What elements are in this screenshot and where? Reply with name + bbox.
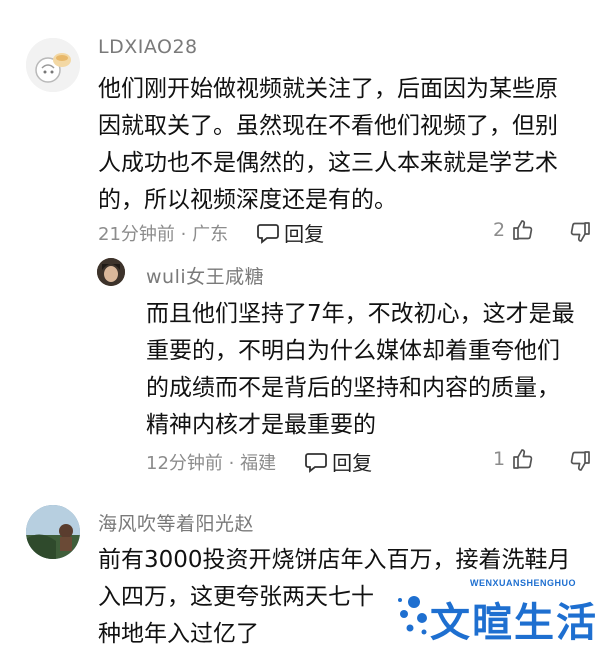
comment-text-line: 精神内核才是最重要的 xyxy=(146,412,376,438)
sparkle-logo-icon xyxy=(398,596,427,635)
avatar[interactable] xyxy=(26,505,80,559)
reply-label: 回复 xyxy=(332,451,373,475)
comment-text-line: 前有3000投资开烧饼店年入百万，接着洗鞋月 xyxy=(98,547,571,573)
reply-label: 回复 xyxy=(284,222,325,246)
avatar[interactable] xyxy=(97,258,125,286)
comment-bubble-icon xyxy=(305,452,327,473)
comment-text-line: 他们刚开始做视频就关注了，后面因为某些原 xyxy=(98,76,558,102)
thumbs-down-icon xyxy=(570,451,590,471)
thumbs-up-icon xyxy=(513,449,533,469)
avatar-illustration xyxy=(26,38,80,92)
dislike-button[interactable] xyxy=(568,449,592,477)
comment-time-location: 21分钟前 · 广东 xyxy=(98,223,229,245)
comment-2: wuli女王咸糖 而且他们坚持了7年，不改初心，这才是最 重要的，不明白为什么媒… xyxy=(0,250,600,490)
watermark-small-text: WENXUANSHENGHUO xyxy=(470,578,577,588)
comment-text-line: 的成绩而不是背后的坚持和内容的质量， xyxy=(146,375,560,401)
reply-button[interactable]: 回复 xyxy=(304,447,372,476)
like-count: 1 xyxy=(493,448,506,470)
avatar-illustration xyxy=(97,258,125,286)
reply-button[interactable]: 回复 xyxy=(256,218,324,247)
dislike-button[interactable] xyxy=(568,220,592,248)
comment-text-line: 而且他们坚持了7年，不改初心，这才是最 xyxy=(146,301,575,327)
comment-text-line: 重要的，不明白为什么媒体却着重夸他们 xyxy=(146,338,560,364)
like-count: 2 xyxy=(493,219,506,241)
thumbs-down-icon xyxy=(570,222,590,242)
comment-username[interactable]: LDXIAO28 xyxy=(98,36,198,58)
comment-text-line: 的，所以视频深度还是有的。 xyxy=(98,187,397,213)
comment-text-line: 人成功也不是偶然的，这三人本来就是学艺术 xyxy=(98,150,558,176)
avatar-illustration xyxy=(26,505,80,559)
comment-text: 而且他们坚持了7年，不改初心，这才是最 重要的，不明白为什么媒体却着重夸他们 的… xyxy=(146,296,596,444)
watermark: WENXUANSHENGHUO 文暄生活 xyxy=(392,576,598,646)
comment-text-line: 因就取关了。虽然现在不看他们视频了，但别 xyxy=(98,113,558,139)
comment-1: LDXIAO28 他们刚开始做视频就关注了，后面因为某些原 因就取关了。虽然现在… xyxy=(0,0,600,250)
comment-text: 他们刚开始做视频就关注了，后面因为某些原 因就取关了。虽然现在不看他们视频了，但… xyxy=(98,71,588,219)
comment-username[interactable]: 海风吹等着阳光赵 xyxy=(98,509,254,536)
comment-username[interactable]: wuli女王咸糖 xyxy=(146,262,264,289)
like-button[interactable]: 2 xyxy=(493,218,535,242)
comment-bubble-icon xyxy=(257,223,279,244)
watermark-logo-text: 文暄生活 xyxy=(430,600,598,646)
like-button[interactable]: 1 xyxy=(493,447,535,471)
thumbs-up-icon xyxy=(513,220,533,240)
avatar[interactable] xyxy=(26,38,80,92)
comment-time-location: 12分钟前 · 福建 xyxy=(146,452,277,474)
